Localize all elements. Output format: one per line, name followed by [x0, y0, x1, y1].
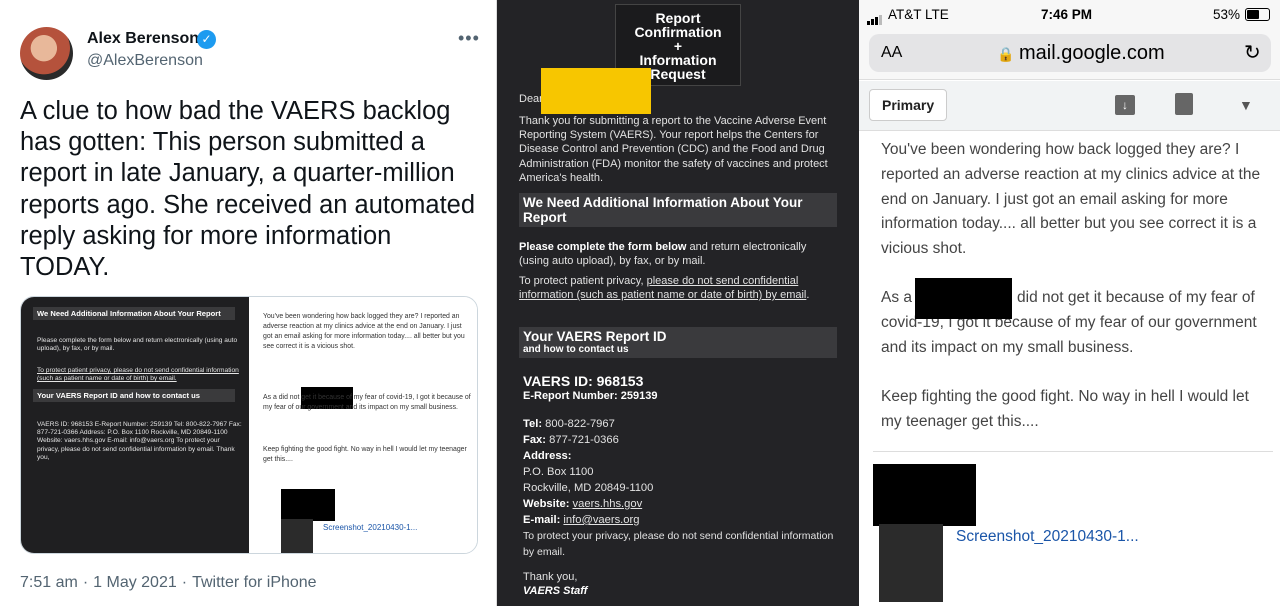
embedded-text: You've been wondering how back logged th… [263, 313, 465, 350]
tel-line: Tel: 800-822-7967 [523, 416, 839, 432]
tel-value: 800-822-7967 [542, 418, 615, 430]
embedded-text: Please complete the form below and retur… [37, 337, 238, 353]
tweet-time[interactable]: 7:51 am [20, 574, 78, 591]
email-label: E-mail: [523, 514, 561, 526]
instruction-paragraph: Please complete the form below and retur… [519, 240, 837, 268]
embedded-vaers-email: We Need Additional Information About You… [21, 297, 249, 553]
attachment-thumbnail[interactable] [879, 524, 943, 602]
e-report-number: E-Report Number: 259139 [523, 390, 658, 402]
gmail-panel: AT&T LTE 7:46 PM 53% AA 🔒 mail.google.co… [859, 0, 1280, 606]
redaction-box [281, 489, 335, 521]
more-options-icon[interactable]: ••• [458, 28, 480, 49]
signoff: Thank you, VAERS Staff [523, 570, 587, 598]
report-id-subheading: and how to contact us [523, 344, 629, 355]
email-text: As a [881, 289, 913, 306]
vaers-email-panel: Report Confirmation + Information Reques… [497, 0, 859, 606]
website-line: Website: vaers.hhs.gov [523, 496, 839, 512]
tweet-image[interactable]: We Need Additional Information About You… [20, 296, 478, 554]
author-name[interactable]: Alex Berenson [87, 30, 199, 48]
fax-value: 877-721-0366 [546, 434, 619, 446]
reader-aa-button[interactable]: AA [881, 44, 902, 62]
chevron-down-icon[interactable]: ▼ [1239, 97, 1253, 113]
fax-label: Fax: [523, 434, 547, 446]
section-heading-report-id: Your VAERS Report ID and how to contact … [519, 327, 837, 358]
header-line: Information [639, 52, 717, 68]
contact-block: Tel: 800-822-7967 Fax: 877-721-0366 Addr… [523, 416, 839, 560]
embedded-text: As a did not get it because of my fear o… [263, 394, 471, 411]
attachment-thumbnail [281, 519, 313, 553]
tweet-date[interactable]: 1 May 2021 [93, 574, 177, 591]
thanks-text: Thank you, [523, 571, 578, 583]
email-paragraph: You've been wondering how back logged th… [881, 141, 1261, 258]
header-line: Confirmation [634, 24, 722, 40]
reload-icon[interactable]: ↻ [1244, 40, 1261, 65]
redaction-box [541, 68, 651, 114]
header-line: Report [655, 10, 701, 26]
safari-address-bar: AA 🔒 mail.google.com ↻ [859, 30, 1280, 80]
tweet-text: A clue to how bad the VAERS backlog has … [20, 97, 476, 282]
email-line: E-mail: info@vaers.org [523, 512, 839, 528]
privacy-note: To protect your privacy, please do not s… [523, 530, 834, 558]
mail-toolbar: Primary ↓ ▼ [859, 81, 1280, 131]
address-label: Address: [523, 450, 572, 462]
verified-badge-icon: ✓ [197, 30, 216, 49]
url-domain[interactable]: mail.google.com [1019, 42, 1165, 65]
status-bar: AT&T LTE 7:46 PM 53% [859, 0, 1280, 30]
website-label: Website: [523, 498, 570, 510]
redaction-box [873, 464, 976, 526]
embedded-text: To protect patient privacy, please do no… [37, 367, 239, 383]
tel-label: Tel: [523, 418, 543, 430]
attachment-link: Screenshot_20210430-1... [323, 523, 418, 532]
separator: · [181, 574, 188, 591]
primary-label-button[interactable]: Primary [869, 89, 948, 121]
staff-signature: VAERS Staff [523, 585, 588, 597]
embedded-text: VAERS ID: 968153 E-Report Number: 259139… [37, 421, 242, 461]
report-id-heading: Your VAERS Report ID [523, 329, 667, 344]
tweet-meta: 7:51 am · 1 May 2021 · Twitter for iPhone [20, 574, 322, 592]
author-handle[interactable]: @AlexBerenson [87, 52, 203, 70]
embedded-header: Your VAERS Report ID and how to contact … [33, 389, 235, 402]
lock-icon: 🔒 [997, 46, 1015, 62]
email-paragraph: Keep fighting the good fight. No way in … [881, 388, 1249, 430]
intro-paragraph: Thank you for submitting a report to the… [519, 115, 828, 184]
battery-icon [1245, 8, 1270, 21]
website-link[interactable]: vaers.hhs.gov [573, 498, 643, 510]
privacy-end: . [806, 289, 810, 302]
privacy-paragraph: To protect patient privacy, please do no… [519, 274, 837, 302]
greeting: Dear [519, 93, 543, 105]
tweet-panel: Alex Berenson ✓ @AlexBerenson ••• A clue… [0, 0, 497, 606]
url-field[interactable]: AA 🔒 mail.google.com ↻ [869, 34, 1271, 72]
redaction-box [915, 278, 1012, 319]
attachment-link[interactable]: Screenshot_20210430-1... [956, 528, 1139, 546]
separator: · [82, 574, 89, 591]
divider [873, 451, 1273, 452]
address-line-1: P.O. Box 1100 [523, 466, 594, 478]
trash-icon[interactable] [1175, 93, 1193, 115]
avatar[interactable] [20, 27, 73, 80]
fax-line: Fax: 877-721-0366 [523, 432, 839, 448]
battery-percent: 53% [1213, 7, 1241, 22]
privacy-text: To protect patient privacy, [519, 275, 647, 287]
section-heading-additional-info: We Need Additional Information About You… [519, 193, 837, 227]
archive-icon[interactable]: ↓ [1115, 95, 1135, 115]
header-line: + [673, 38, 683, 54]
vaers-id: VAERS ID: 968153 [523, 373, 644, 389]
email-link[interactable]: info@vaers.org [563, 514, 639, 526]
tweet-source[interactable]: Twitter for iPhone [192, 574, 317, 591]
embedded-header: We Need Additional Information About You… [33, 307, 235, 320]
clock: 7:46 PM [1041, 7, 1093, 22]
signal-icon [867, 10, 883, 25]
carrier: AT&T LTE [888, 7, 949, 22]
address-line-2: Rockville, MD 20849-1100 [523, 482, 654, 494]
embedded-gmail: You've been wondering how back logged th… [253, 297, 477, 553]
embedded-text: Keep fighting the good fight. No way in … [263, 446, 467, 463]
instruction-bold: Please complete the form below [519, 241, 687, 253]
